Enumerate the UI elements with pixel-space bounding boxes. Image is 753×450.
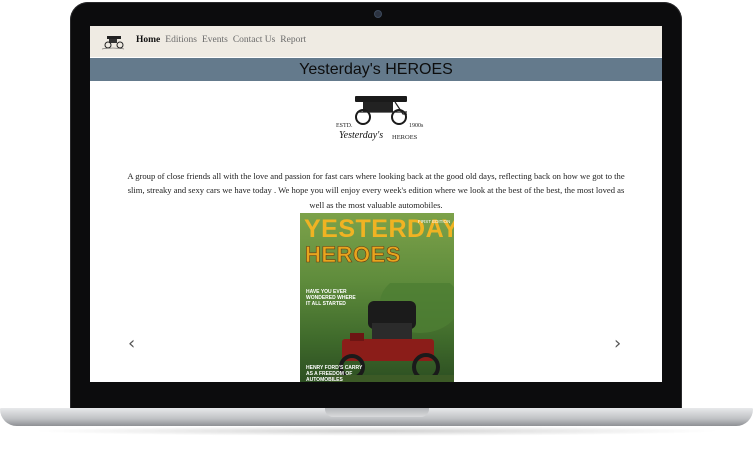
navbar: Home Editions Events Contact Us Report <box>90 26 662 57</box>
cover-subline: HENRY FORD'S CARRY AS A FREEDOM OF AUTOM… <box>306 365 363 382</box>
title-bar: Yesterday's HEROES <box>90 58 662 81</box>
laptop-notch <box>325 408 429 417</box>
camera <box>374 10 382 18</box>
nav-link-editions[interactable]: Editions <box>165 35 197 45</box>
brand-year: 1900s <box>409 123 424 129</box>
chevron-right-icon[interactable]: › <box>614 335 621 353</box>
nav-link-events[interactable]: Events <box>202 35 228 45</box>
cover-title-line2: HEROES <box>305 242 401 268</box>
nav-link-contact-us[interactable]: Contact Us <box>233 35 275 45</box>
brand-estd: ESTD. <box>336 123 353 129</box>
browser-viewport: Home Editions Events Contact Us Report Y… <box>90 26 662 382</box>
brand-script: Yesterday's <box>339 130 384 141</box>
intro-paragraph: A group of close friends all with the lo… <box>127 170 625 210</box>
cover-edition: FIRST EDITION <box>418 219 451 224</box>
chevron-left-icon[interactable]: ‹ <box>128 335 135 353</box>
nav-links: Home Editions Events Contact Us Report <box>136 35 306 45</box>
vintage-car-logo-icon[interactable] <box>100 32 126 52</box>
brand-heroes: HEROES <box>392 134 418 141</box>
nav-link-home[interactable]: Home <box>136 35 160 45</box>
page-title: Yesterday's HEROES <box>299 61 453 78</box>
laptop-shadow <box>30 426 723 436</box>
carousel-slide-cover: YESTERDAY'S HEROES FIRST EDITION HAVE YO… <box>300 213 454 382</box>
nav-link-report[interactable]: Report <box>280 35 306 45</box>
